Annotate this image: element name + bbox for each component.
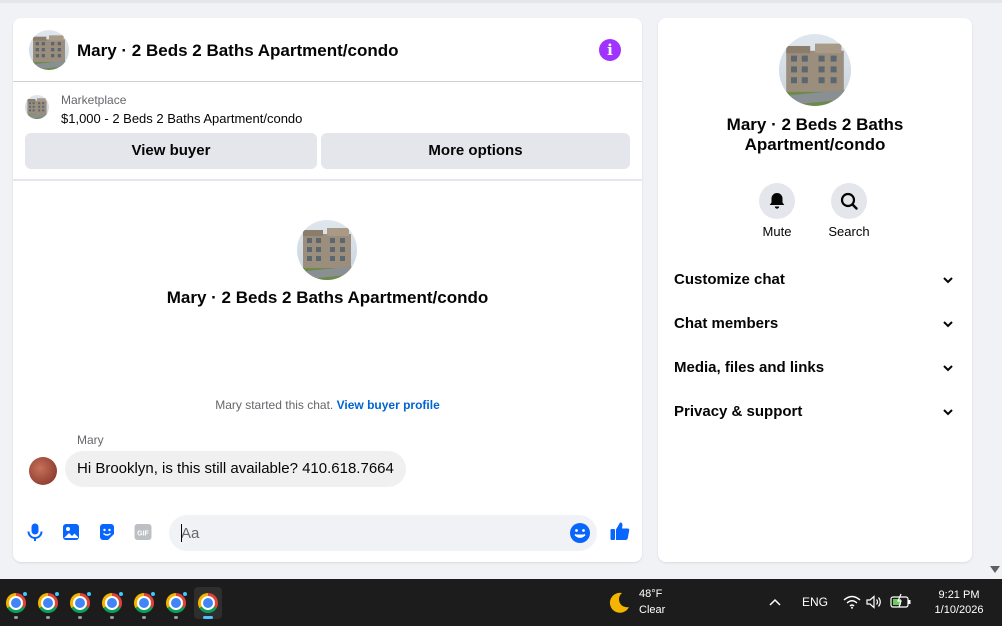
- taskbar-chrome-app-active[interactable]: [194, 587, 222, 619]
- top-divider: [0, 0, 1002, 3]
- chevron-down-icon: [943, 409, 953, 416]
- section-label: Chat members: [674, 315, 779, 332]
- mute-button[interactable]: [759, 183, 795, 219]
- view-buyer-button[interactable]: View buyer: [25, 133, 317, 169]
- running-indicator: [110, 616, 114, 619]
- clock-date: 1/10/2026: [934, 604, 984, 616]
- message-input[interactable]: [181, 515, 561, 551]
- profile-badge: [22, 591, 28, 597]
- details-avatar[interactable]: [779, 34, 851, 106]
- chat-started-notice: Mary started this chat. View buyer profi…: [13, 398, 642, 412]
- sender-avatar[interactable]: [29, 457, 57, 485]
- listing-source: Marketplace: [61, 93, 127, 107]
- chat-avatar[interactable]: [29, 30, 69, 70]
- running-indicator: [46, 616, 50, 619]
- taskbar-chrome-app[interactable]: [34, 587, 62, 619]
- section-chat-members[interactable]: Chat members: [674, 312, 956, 336]
- chevron-up-icon[interactable]: [769, 597, 781, 607]
- running-indicator: [78, 616, 82, 619]
- mute-label: Mute: [762, 224, 792, 239]
- taskbar-chrome-app[interactable]: [66, 587, 94, 619]
- running-indicator: [174, 616, 178, 619]
- chrome-icon: [198, 593, 218, 613]
- moon-icon[interactable]: [607, 591, 631, 615]
- bell-icon: [769, 193, 785, 209]
- thumbs-up-icon[interactable]: [609, 520, 631, 542]
- emoji-icon[interactable]: [569, 522, 591, 544]
- chevron-down-icon: [943, 321, 953, 328]
- gif-icon[interactable]: GIF: [133, 522, 153, 542]
- system-clock[interactable]: 9:21 PM 1/10/2026: [922, 588, 996, 618]
- clock-time: 9:21 PM: [938, 589, 980, 601]
- search-icon: [840, 192, 858, 210]
- details-name: Mary · 2 Beds 2 Baths Apartment/condo: [726, 115, 904, 154]
- chevron-down-icon: [943, 277, 953, 284]
- profile-badge: [54, 591, 60, 597]
- language-indicator[interactable]: ENG: [802, 595, 828, 609]
- running-indicator: [142, 616, 146, 619]
- volume-icon[interactable]: [866, 595, 882, 609]
- search-button[interactable]: [831, 183, 867, 219]
- profile-badge: [86, 591, 92, 597]
- battery-charging-icon[interactable]: [890, 593, 912, 609]
- more-options-button[interactable]: More options: [321, 133, 630, 169]
- info-icon[interactable]: i: [599, 39, 621, 61]
- wifi-icon[interactable]: [843, 595, 861, 609]
- search-label: Search: [828, 224, 870, 239]
- section-media-files-links[interactable]: Media, files and links: [674, 356, 956, 380]
- conversation-details-panel: Mary · 2 Beds 2 Baths Apartment/condo Mu…: [658, 18, 972, 562]
- taskbar-chrome-app[interactable]: [162, 587, 190, 619]
- section-label: Media, files and links: [674, 359, 825, 376]
- weather-temp[interactable]: 48°F: [639, 588, 662, 600]
- gif-label: GIF: [137, 531, 149, 538]
- profile-badge: [118, 591, 124, 597]
- taskbar-chrome-app[interactable]: [2, 587, 30, 619]
- section-privacy-support[interactable]: Privacy & support: [674, 400, 956, 424]
- weather-condition[interactable]: Clear: [639, 604, 665, 616]
- profile-badge: [182, 591, 188, 597]
- text-caret: [181, 524, 182, 542]
- microphone-icon[interactable]: [25, 522, 45, 542]
- started-text: Mary started this chat.: [215, 398, 334, 412]
- intro-title: Mary · 2 Beds 2 Baths Apartment/condo: [166, 288, 489, 307]
- windows-taskbar: 48°F Clear ENG 9:21 PM 1/10/2026: [0, 579, 1002, 626]
- intro-avatar: [297, 220, 357, 280]
- running-indicator: [14, 616, 18, 619]
- taskbar-chrome-app[interactable]: [130, 587, 158, 619]
- listing-price-title[interactable]: $1,000 - 2 Beds 2 Baths Apartment/condo: [61, 111, 302, 126]
- photo-icon[interactable]: [61, 522, 81, 542]
- view-buyer-profile-link[interactable]: View buyer profile: [337, 398, 440, 412]
- section-label: Privacy & support: [674, 403, 803, 420]
- message-sender: Mary: [77, 433, 104, 447]
- section-label: Customize chat: [674, 271, 785, 288]
- section-customize-chat[interactable]: Customize chat: [674, 268, 956, 292]
- chat-header: Mary · 2 Beds 2 Baths Apartment/condo i: [13, 18, 642, 82]
- message-input-box[interactable]: [169, 515, 597, 551]
- chat-title[interactable]: Mary · 2 Beds 2 Baths Apartment/condo: [77, 41, 399, 61]
- message-bubble[interactable]: Hi Brooklyn, is this still available? 41…: [65, 451, 406, 487]
- chat-panel: Mary · 2 Beds 2 Baths Apartment/condo i …: [13, 18, 642, 562]
- taskbar-chrome-app[interactable]: [98, 587, 126, 619]
- listing-card: Marketplace $1,000 - 2 Beds 2 Baths Apar…: [13, 83, 642, 181]
- sticker-icon[interactable]: [97, 522, 117, 542]
- profile-badge: [150, 591, 156, 597]
- chevron-down-icon: [943, 365, 953, 372]
- scroll-down-arrow-icon[interactable]: [990, 566, 1000, 573]
- running-indicator: [203, 616, 213, 619]
- listing-thumbnail[interactable]: [25, 95, 49, 119]
